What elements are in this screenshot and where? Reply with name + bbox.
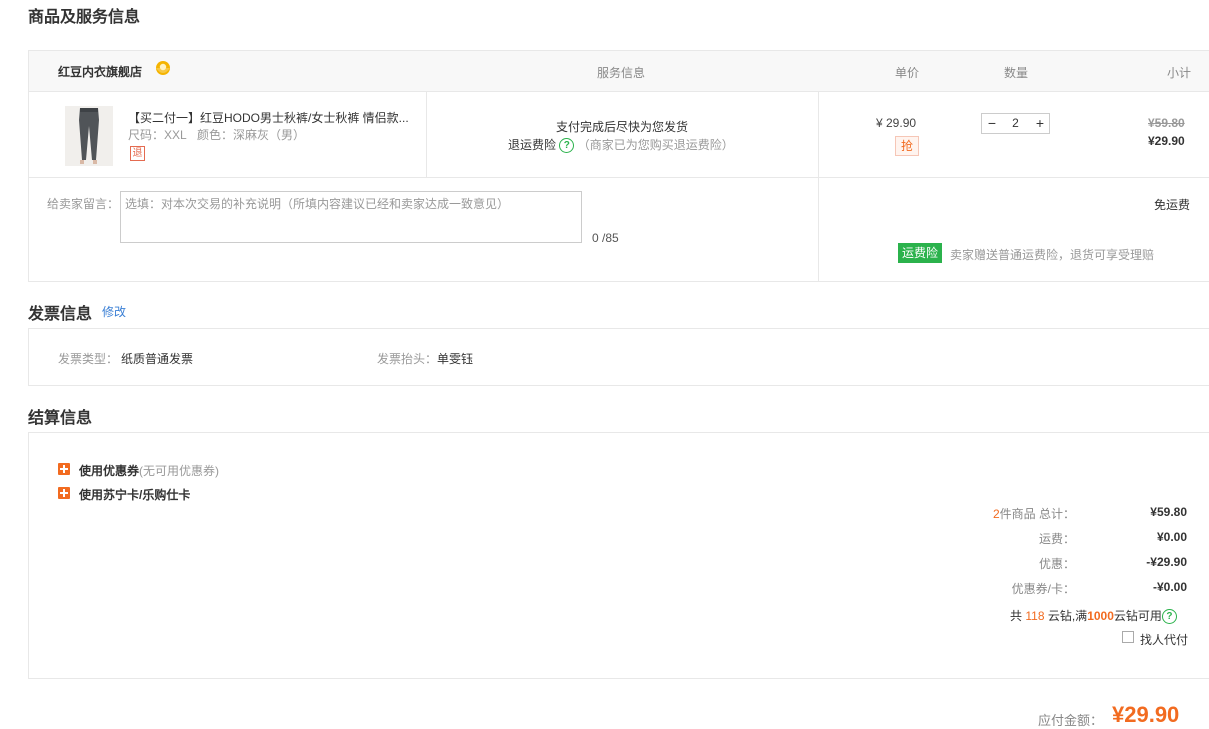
shipping-label: 运费： (1038, 532, 1075, 546)
coupon-note: (无可用优惠券) (139, 464, 220, 478)
service-insurance-row: 退运费险 ? （商家已为您购买退运费险） (508, 136, 734, 154)
store-name[interactable]: 红豆内衣旗舰店 (58, 63, 142, 80)
store-badge-icon (152, 60, 174, 81)
header-quantity: 数量 (1004, 66, 1029, 80)
promo-badge: 抢 (895, 136, 919, 156)
expand-card-icon[interactable] (58, 487, 70, 499)
product-color: 颜色：深麻灰（男） (197, 128, 306, 142)
header-unit-price: 单价 (895, 66, 920, 80)
invoice-header-label: 发票抬头： (377, 352, 438, 366)
discount-value: -¥29.90 (1146, 555, 1187, 569)
help-icon[interactable]: ? (559, 138, 575, 154)
proxy-pay-checkbox[interactable] (1122, 631, 1134, 643)
total-label: 2件商品 总计： (992, 507, 1075, 521)
quantity-stepper: − 2 + (981, 113, 1050, 134)
discount-label: 优惠： (1038, 557, 1075, 571)
invoice-type-label: 发票类型： (58, 352, 119, 366)
header-service: 服务信息 (597, 66, 646, 80)
coupon-toggle[interactable]: 使用优惠券(无可用优惠券) (79, 462, 219, 479)
payable-label: 应付金额： (1038, 713, 1104, 728)
subtotal-price: ¥29.90 (1148, 134, 1185, 148)
service-shipping-note: 支付完成后尽快为您发货 (556, 120, 689, 134)
product-image[interactable] (65, 106, 113, 166)
shipping-free: 免运费 (1154, 198, 1191, 212)
seller-message-input[interactable] (120, 191, 582, 243)
yunzuan-row: 共 118 云钻,满1000云钻可用? (1010, 607, 1177, 625)
coupon-label: 使用优惠券 (79, 464, 140, 478)
unit-price: ¥ 29.90 (876, 116, 917, 130)
invoice-type-value: 纸质普通发票 (121, 352, 194, 366)
yunzuan-count: 118 (1025, 609, 1045, 623)
total-value: ¥59.80 (1150, 505, 1187, 519)
settle-section-title: 结算信息 (28, 410, 93, 427)
payable-amount: ¥29.90 (1112, 702, 1180, 727)
product-size: 尺码：XXL (128, 128, 187, 142)
header-subtotal: 小计 (1167, 66, 1192, 80)
subtotal-original: ¥59.80 (1148, 116, 1185, 130)
message-counter: 0 /85 (592, 231, 619, 245)
insurance-text: 卖家赠送普通运费险，退货可享受理赔 (950, 248, 1155, 262)
help-icon[interactable]: ? (1161, 609, 1177, 625)
insurance-badge: 运费险 (898, 243, 943, 263)
invoice-box (28, 328, 1209, 386)
expand-coupon-icon[interactable] (58, 463, 70, 475)
invoice-header-value: 单雯钰 (437, 352, 474, 366)
shipping-value: ¥0.00 (1156, 530, 1187, 544)
yunzuan-threshold: 1000 (1087, 609, 1114, 623)
proxy-pay-label[interactable]: 找人代付 (1140, 631, 1188, 648)
card-toggle[interactable]: 使用苏宁卡/乐购仕卡 (79, 486, 190, 503)
goods-section-title: 商品及服务信息 (28, 9, 141, 26)
coupon-card-label: 优惠券/卡： (1011, 582, 1075, 596)
insurance-note: （商家已为您购买退运费险） (577, 138, 734, 152)
message-label: 给卖家留言： (47, 197, 120, 211)
coupon-card-value: -¥0.00 (1152, 580, 1187, 594)
insurance-label: 退运费险 (508, 138, 557, 152)
invoice-section-title: 发票信息 (28, 306, 93, 323)
decrease-button[interactable]: − (982, 114, 1002, 133)
invoice-edit-link[interactable]: 修改 (102, 303, 126, 320)
increase-button[interactable]: + (1030, 114, 1050, 133)
quantity-value[interactable]: 2 (1002, 114, 1029, 133)
product-title[interactable]: 【买二付一】红豆HODO男士秋裤/女士秋裤 情侣款... (128, 109, 409, 126)
return-badge: 退 (130, 146, 145, 161)
item-count: 2 (992, 507, 1000, 521)
